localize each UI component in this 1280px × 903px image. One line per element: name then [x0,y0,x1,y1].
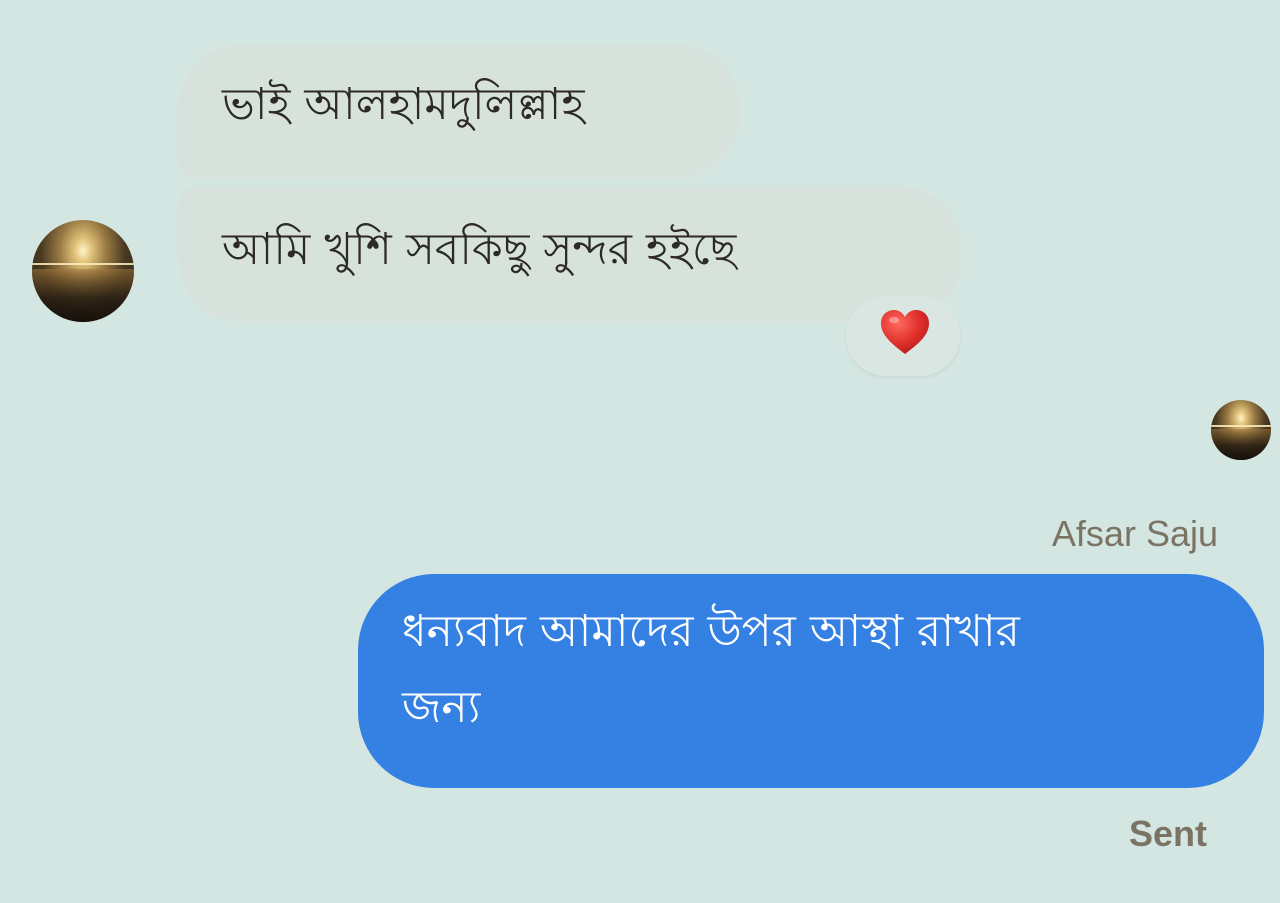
outgoing-message[interactable]: ধন্যবাদ আমাদের উপর আস্থা রাখার জন্য [358,574,1264,788]
heart-icon [881,310,929,354]
message-reaction[interactable] [846,296,960,376]
seen-avatar [1211,400,1271,460]
chat-thread: ভাই আলহামদুলিল্লাহ আমি খুশি সবকিছু সুন্দ… [0,0,1280,903]
message-text: আমি খুশি সবকিছু সুন্দর হইছে [222,224,737,275]
message-text-line: জন্য [402,682,481,733]
message-text-line: ধন্যবাদ আমাদের উপর আস্থা রাখার [402,606,1020,657]
sender-name: Afsar Saju [1051,513,1218,554]
incoming-message[interactable]: ভাই আলহামদুলিল্লাহ [178,44,740,178]
message-text: ভাই আলহামদুলিল্লাহ [222,79,585,130]
contact-avatar[interactable] [32,220,134,322]
delivery-status: Sent [1128,813,1207,854]
incoming-message[interactable]: আমি খুশি সবকিছু সুন্দর হইছে [178,186,962,322]
